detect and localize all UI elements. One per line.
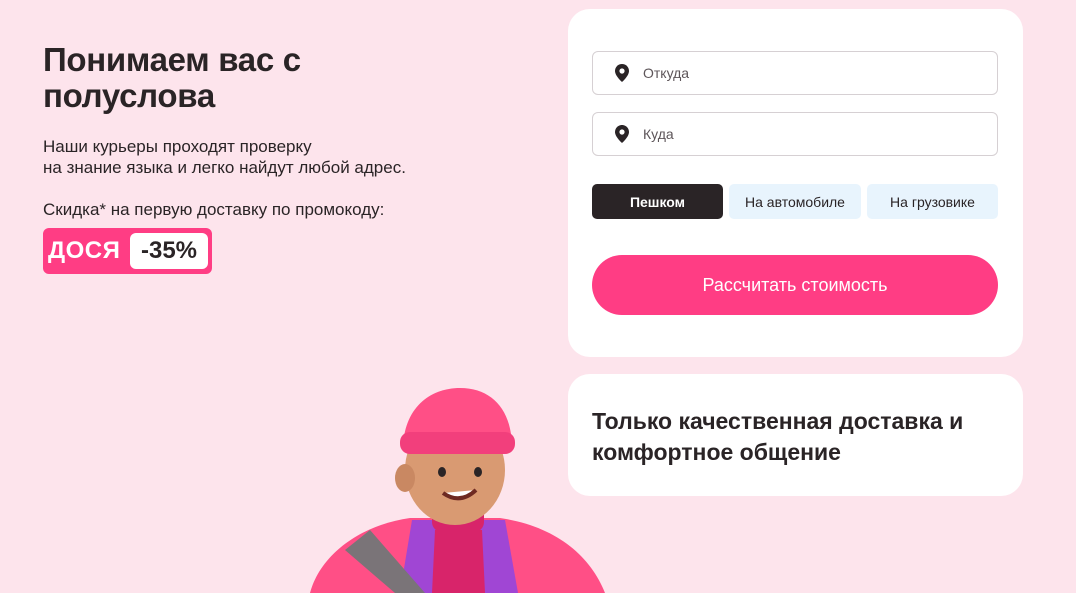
hero-description-line-2: на знание языка и легко найдут любой адр…: [43, 158, 406, 177]
promo-discount: -35%: [130, 233, 208, 269]
quality-title: Только качественная доставка и комфортно…: [592, 408, 964, 465]
transport-option-car[interactable]: На автомобиле: [729, 184, 861, 219]
map-pin-icon: [615, 64, 629, 82]
courier-illustration: [310, 388, 605, 593]
quality-card: Только качественная доставка и комфортно…: [568, 374, 1023, 496]
transport-option-truck[interactable]: На грузовике: [867, 184, 998, 219]
promo-code: ДОСЯ: [48, 237, 121, 264]
calculate-cost-button[interactable]: Рассчитать стоимость: [592, 255, 998, 315]
hero-description: Наши курьеры проходят проверку на знание…: [43, 136, 503, 178]
promo-badge: ДОСЯ -35%: [43, 228, 212, 274]
hero-description-line-1: Наши курьеры проходят проверку: [43, 137, 312, 156]
from-field[interactable]: [592, 51, 998, 95]
transport-option-walk[interactable]: Пешком: [592, 184, 723, 219]
map-pin-icon: [615, 125, 629, 143]
delivery-form-card: Пешком На автомобиле На грузовике Рассчи…: [568, 9, 1023, 357]
to-field[interactable]: [592, 112, 998, 156]
promo-caption: Скидка* на первую доставку по промокоду:: [43, 200, 385, 219]
to-input[interactable]: [643, 126, 983, 142]
from-input[interactable]: [643, 65, 983, 81]
page-title: Понимаем вас с полуслова: [43, 41, 301, 114]
